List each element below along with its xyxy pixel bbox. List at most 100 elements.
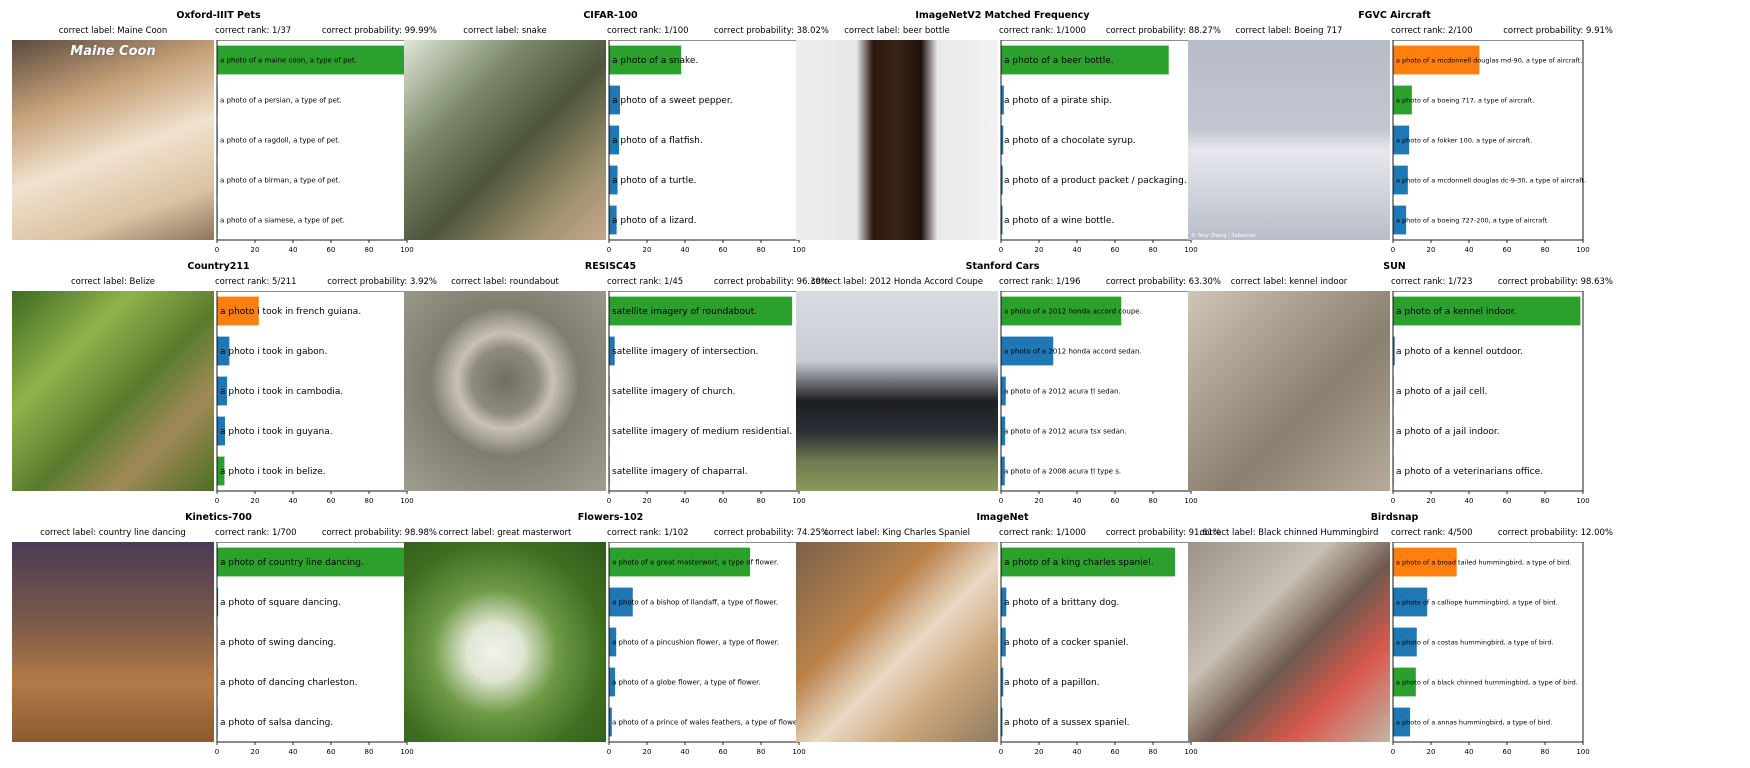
bar-label-4: a photo i took in belize. <box>220 467 326 477</box>
panel-8: Kinetics-700 correct label: country line … <box>0 502 437 756</box>
bar-label-1: a photo of a 2012 honda accord sedan. <box>1004 347 1142 355</box>
panel-5: RESISC45 correct label: roundabout correct… <box>392 251 829 505</box>
x-tick-label-4: 80 <box>1541 748 1550 756</box>
panel-10: ImageNet correct label: King Charles Span… <box>784 502 1221 756</box>
x-tick-label-4: 80 <box>1149 748 1158 756</box>
bar-label-4: a photo of a 2008 acura tl type s. <box>1004 467 1121 475</box>
panel-title: RESISC45 <box>584 261 637 272</box>
cifar-snake-photo <box>404 40 606 240</box>
correct-probability: correct probability: 98.63% <box>1497 277 1613 287</box>
panel-11: Birdsnap correct label: Black chinned Hum… <box>1176 502 1613 756</box>
correct-label: correct label: Belize <box>70 277 156 287</box>
bar-label-4: a photo of a prince of wales feathers, a… <box>612 718 802 726</box>
bar-chart-svg: a photo of a beer bottle. a photo of a pi… <box>999 39 1198 254</box>
bar-label-1: a photo of a sweet pepper. <box>612 96 733 106</box>
bar-chart-svg: a photo of a great masterwort, a type of… <box>607 541 806 756</box>
bar-label-0: a photo of a maine coon, a type of pet. <box>220 56 357 64</box>
correct-rank: correct rank: 1/1000 <box>999 528 1086 538</box>
masterwort-flowers-photo <box>404 542 606 742</box>
kennel-indoor-photo <box>1188 291 1390 491</box>
bar-chart-svg: a photo i took in french guiana. a photo … <box>215 290 414 505</box>
correct-rank: correct rank: 1/1000 <box>999 26 1086 36</box>
x-tick-label-0: 0 <box>999 748 1003 756</box>
x-tick-label-0: 0 <box>1391 748 1395 756</box>
x-tick-label-2: 40 <box>289 748 298 756</box>
bar-label-1: satellite imagery of intersection. <box>612 347 758 357</box>
panel-title: ImageNetV2 Matched Frequency <box>915 10 1090 21</box>
bar-chart: a photo of a broad tailed hummingbird, a… <box>1391 541 1597 768</box>
bar-label-3: a photo of a birman, a type of pet. <box>220 176 341 184</box>
correct-label: correct label: Maine Coon <box>58 26 168 36</box>
bar-label-4: a photo of a lizard. <box>612 216 696 226</box>
x-tick-label-3: 60 <box>1503 748 1512 756</box>
bar-chart: a photo of a great masterwort, a type of… <box>607 541 813 768</box>
bar-chart: a photo of country line dancing. a photo … <box>215 541 421 768</box>
bar-label-1: a photo of a boeing 717, a type of aircr… <box>1396 96 1534 104</box>
spaniel-photo <box>796 542 998 742</box>
x-tick-label-0: 0 <box>215 748 219 756</box>
panel-3: FGVC Aircraft correct label: Boeing 717 co… <box>1176 0 1613 254</box>
bar-label-0: a photo of a kennel indoor. <box>1396 307 1517 317</box>
x-tick-label-4: 80 <box>365 748 374 756</box>
x-tick-label-0: 0 <box>607 748 611 756</box>
bar-chart-svg: satellite imagery of roundabout. satellit… <box>607 290 806 505</box>
panel-title: SUN <box>1383 261 1406 272</box>
bar-label-2: satellite imagery of church. <box>612 387 736 397</box>
bar-label-2: a photo of a pincushion flower, a type o… <box>612 638 779 646</box>
bar-label-0: a photo of a beer bottle. <box>1004 56 1114 66</box>
correct-label: correct label: King Charles Spaniel <box>823 528 971 538</box>
panel-0: Oxford-IIIT Pets correct label: Maine Coo… <box>0 0 437 254</box>
panel-6: Stanford Cars correct label: 2012 Honda A… <box>784 251 1221 505</box>
correct-label: correct label: beer bottle <box>844 26 950 36</box>
bar-label-4: a photo of a wine bottle. <box>1004 216 1114 226</box>
bar-chart: a photo of a 2012 honda accord coupe. a p… <box>999 290 1205 517</box>
bar-label-3: satellite imagery of medium residential. <box>612 427 792 437</box>
x-tick-label-2: 40 <box>1073 748 1082 756</box>
bar-chart: a photo of a beer bottle. a photo of a pi… <box>999 39 1205 266</box>
x-tick-label-4: 80 <box>757 748 766 756</box>
bar-label-0: a photo of a snake. <box>612 56 698 66</box>
correct-label: correct label: Black chinned Hummingbird <box>1199 528 1379 538</box>
figure-grid: Oxford-IIIT Pets correct label: Maine Coo… <box>0 0 1750 763</box>
bar-label-3: a photo of a jail indoor. <box>1396 427 1500 437</box>
image-caption: © Tony Zhang / Sebastian <box>1191 233 1257 239</box>
line-dancing-photo <box>12 542 214 742</box>
bar-label-0: a photo i took in french guiana. <box>220 307 361 317</box>
bar-chart: a photo of a snake. a photo of a sweet pe… <box>607 39 813 266</box>
bar-label-4: a photo of salsa dancing. <box>220 718 333 728</box>
panel-1: CIFAR-100 correct label: snake correct ran… <box>392 0 829 254</box>
bar-chart-svg: a photo of a king charles spaniel. a phot… <box>999 541 1198 756</box>
bar-chart: satellite imagery of roundabout. satellit… <box>607 290 813 517</box>
panel-title: Kinetics-700 <box>185 512 252 523</box>
honda-accord-photo <box>796 291 998 491</box>
bar-label-2: a photo of a cocker spaniel. <box>1004 638 1129 648</box>
panel-title: Birdsnap <box>1370 512 1419 523</box>
bar-label-2: a photo of a chocolate syrup. <box>1004 136 1136 146</box>
panel-7: SUN correct label: kennel indoor correct r… <box>1176 251 1613 505</box>
x-tick-label-3: 60 <box>719 748 728 756</box>
correct-label: correct label: Boeing 717 <box>1235 26 1343 36</box>
bar-chart-svg: a photo of a broad tailed hummingbird, a… <box>1391 541 1590 756</box>
bar-label-3: a photo of a 2012 acura tsx sedan. <box>1004 427 1127 435</box>
bar-label-0: a photo of a great masterwort, a type of… <box>612 558 778 566</box>
bar-label-3: a photo of dancing charleston. <box>220 678 358 688</box>
bar-label-1: a photo of square dancing. <box>220 598 341 608</box>
correct-rank: correct rank: 1/45 <box>607 277 684 287</box>
bar-label-3: a photo of a black chinned hummingbird, … <box>1396 678 1578 686</box>
bar-label-0: a photo of a broad tailed hummingbird, a… <box>1396 558 1572 566</box>
bar-chart: a photo of a king charles spaniel. a phot… <box>999 541 1205 768</box>
correct-label: correct label: 2012 Honda Accord Coupe <box>810 277 983 287</box>
correct-label: correct label: kennel indoor <box>1230 277 1348 287</box>
bar-label-0: a photo of a 2012 honda accord coupe. <box>1004 307 1142 315</box>
hummingbird-photo <box>1188 542 1390 742</box>
bar-label-2: a photo of a jail cell. <box>1396 387 1487 397</box>
panel-title: CIFAR-100 <box>583 10 638 21</box>
correct-rank: correct rank: 1/37 <box>215 26 292 36</box>
bar-label-3: a photo of a mcdonnell douglas dc-9-30, … <box>1396 176 1586 184</box>
bar-label-0: a photo of country line dancing. <box>220 558 364 568</box>
panel-title: FGVC Aircraft <box>1358 10 1431 21</box>
x-tick-label-3: 60 <box>1111 748 1120 756</box>
bar-chart-svg: a photo of a snake. a photo of a sweet pe… <box>607 39 806 254</box>
bar-label-4: a photo of a siamese, a type of pet. <box>220 216 345 224</box>
bar-label-3: a photo of a globe flower, a type of flo… <box>612 678 761 686</box>
